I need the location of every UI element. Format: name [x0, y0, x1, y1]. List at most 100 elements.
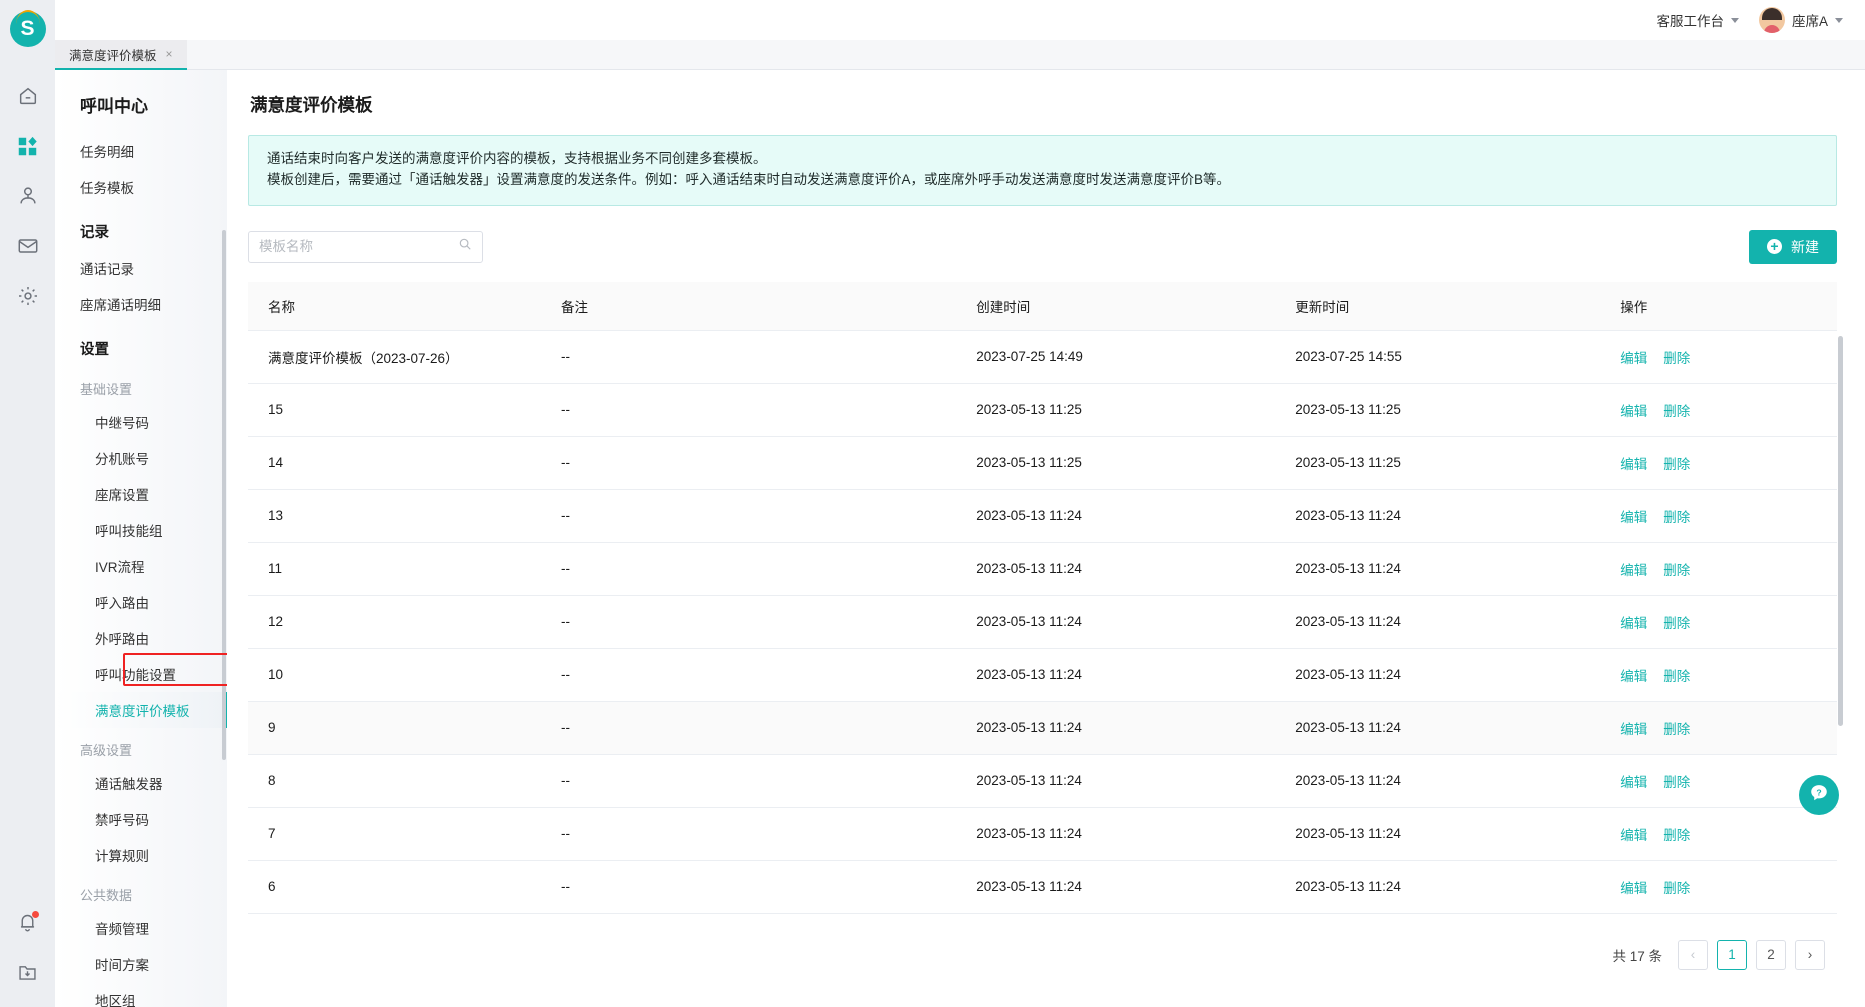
sidebar-item-region-group[interactable]: 地区组: [55, 982, 227, 1007]
home-icon[interactable]: [0, 71, 55, 121]
table-row[interactable]: 11 -- 2023-05-13 11:24 2023-05-13 11:24 编辑 删除: [248, 542, 1837, 596]
sidebar-item-call-feature-settings[interactable]: 呼叫功能设置: [55, 656, 227, 692]
chevron-down-icon: [1835, 17, 1843, 23]
app-logo[interactable]: S: [9, 10, 46, 47]
edit-link[interactable]: 编辑: [1620, 722, 1647, 737]
delete-link[interactable]: 删除: [1663, 510, 1690, 525]
search-input[interactable]: [259, 239, 458, 255]
sidebar-item-call-trigger[interactable]: 通话触发器: [55, 765, 227, 801]
user-icon[interactable]: [0, 171, 55, 221]
template-created: 2023-05-13 11:24: [976, 542, 1296, 596]
plus-icon: +: [1767, 239, 1782, 255]
table-row[interactable]: 13 -- 2023-05-13 11:24 2023-05-13 11:24 编辑 删除: [248, 489, 1837, 543]
edit-link[interactable]: 编辑: [1620, 351, 1647, 366]
delete-link[interactable]: 删除: [1663, 457, 1690, 472]
sidebar-subgroup-public-data: 公共数据: [80, 888, 133, 903]
edit-link[interactable]: 编辑: [1620, 404, 1647, 419]
edit-link[interactable]: 编辑: [1620, 616, 1647, 631]
template-note: --: [560, 383, 977, 437]
sidebar-item-skill-group[interactable]: 呼叫技能组: [55, 512, 227, 548]
template-name: 11: [248, 542, 561, 596]
edit-link[interactable]: 编辑: [1620, 563, 1647, 578]
pagination-page-2[interactable]: 2: [1756, 939, 1786, 970]
help-button[interactable]: ?: [1799, 775, 1839, 815]
template-name: 14: [248, 436, 561, 490]
bell-icon[interactable]: [0, 897, 55, 947]
edit-link[interactable]: 编辑: [1620, 775, 1647, 790]
delete-link[interactable]: 删除: [1663, 775, 1690, 790]
sidebar-item-time-plan[interactable]: 时间方案: [55, 946, 227, 982]
table-row[interactable]: 满意度评价模板（2023-07-26） -- 2023-07-25 14:49 202…: [248, 330, 1837, 384]
sidebar-item-call-records[interactable]: 通话记录: [55, 250, 227, 286]
sidebar-item-agent-settings[interactable]: 座席设置: [55, 476, 227, 512]
table-row[interactable]: 15 -- 2023-05-13 11:25 2023-05-13 11:25 编辑 删除: [248, 383, 1837, 437]
template-name: 7: [248, 807, 561, 861]
table-row[interactable]: 6 -- 2023-05-13 11:24 2023-05-13 11:24 编辑 删除: [248, 860, 1837, 914]
sidebar-item-trunk-number[interactable]: 中继号码: [55, 404, 227, 440]
sidebar-item-calculation-rules[interactable]: 计算规则: [55, 837, 227, 873]
sidebar-group-records: 记录: [80, 225, 109, 241]
sidebar-item-audio-management[interactable]: 音频管理: [55, 910, 227, 946]
gear-icon[interactable]: [0, 271, 55, 321]
sidebar-item-extension-account[interactable]: 分机账号: [55, 440, 227, 476]
template-updated: 2023-05-13 11:24: [1295, 754, 1621, 808]
edit-link[interactable]: 编辑: [1620, 510, 1647, 525]
pagination-total: 共 17 条: [1612, 948, 1662, 964]
delete-link[interactable]: 删除: [1663, 616, 1690, 631]
sidebar-scrollbar[interactable]: [222, 230, 226, 760]
row-actions: 编辑 删除: [1620, 330, 1837, 384]
table-row[interactable]: 14 -- 2023-05-13 11:25 2023-05-13 11:25 编辑 删除: [248, 436, 1837, 490]
sidebar-item-satisfaction-template[interactable]: 满意度评价模板: [55, 692, 227, 728]
pagination-page-1[interactable]: 1: [1717, 939, 1747, 970]
close-icon[interactable]: ×: [166, 47, 173, 61]
row-actions: 编辑 删除: [1620, 595, 1837, 649]
apps-icon[interactable]: [0, 121, 55, 171]
delete-link[interactable]: 删除: [1663, 881, 1690, 896]
table-row[interactable]: 8 -- 2023-05-13 11:24 2023-05-13 11:24 编辑 删除: [248, 754, 1837, 808]
template-created: 2023-05-13 11:24: [976, 807, 1296, 861]
new-button[interactable]: + 新建: [1749, 229, 1837, 264]
search-icon[interactable]: [458, 237, 472, 256]
sidebar-item-task-template[interactable]: 任务模板: [55, 169, 227, 205]
edit-link[interactable]: 编辑: [1620, 457, 1647, 472]
pagination-next[interactable]: ›: [1795, 939, 1825, 970]
table-row[interactable]: 10 -- 2023-05-13 11:24 2023-05-13 11:24 编辑 删除: [248, 648, 1837, 702]
delete-link[interactable]: 删除: [1663, 563, 1690, 578]
mail-icon[interactable]: [0, 221, 55, 271]
edit-link[interactable]: 编辑: [1620, 881, 1647, 896]
pagination: 共 17 条 ‹ 1 2 ›: [248, 939, 1837, 970]
sidebar-title: 呼叫中心: [80, 97, 148, 116]
sidebar-item-inbound-route[interactable]: 呼入路由: [55, 584, 227, 620]
delete-link[interactable]: 删除: [1663, 828, 1690, 843]
sidebar-item-task-detail[interactable]: 任务明细: [55, 133, 227, 169]
sidebar-item-outbound-route[interactable]: 外呼路由: [55, 620, 227, 656]
download-folder-icon[interactable]: [0, 947, 55, 997]
sidebar-item-agent-call-detail[interactable]: 座席通话明细: [55, 286, 227, 322]
template-created: 2023-05-13 11:25: [976, 383, 1296, 437]
delete-link[interactable]: 删除: [1663, 669, 1690, 684]
workbench-selector[interactable]: 客服工作台: [1656, 10, 1739, 30]
sidebar-item-blocked-numbers[interactable]: 禁呼号码: [55, 801, 227, 837]
template-note: --: [560, 754, 977, 808]
template-note: --: [560, 330, 977, 384]
table-scrollbar[interactable]: [1838, 335, 1843, 726]
table-row[interactable]: 12 -- 2023-05-13 11:24 2023-05-13 11:24 编辑 删除: [248, 595, 1837, 649]
pagination-prev[interactable]: ‹: [1678, 939, 1708, 970]
table-row[interactable]: 7 -- 2023-05-13 11:24 2023-05-13 11:24 编辑 删除: [248, 807, 1837, 861]
user-label: 座席A: [1791, 14, 1828, 29]
template-updated: 2023-05-13 11:24: [1295, 542, 1621, 596]
column-header-name: 名称: [248, 281, 561, 331]
sidebar-item-ivr-flow[interactable]: IVR流程: [55, 548, 227, 584]
row-actions: 编辑 删除: [1620, 436, 1837, 490]
delete-link[interactable]: 删除: [1663, 722, 1690, 737]
tab-satisfaction-template[interactable]: 满意度评价模板 ×: [55, 40, 187, 70]
table-row[interactable]: 9 -- 2023-05-13 11:24 2023-05-13 11:24 编辑 删除: [248, 701, 1837, 755]
edit-link[interactable]: 编辑: [1620, 828, 1647, 843]
delete-link[interactable]: 删除: [1663, 404, 1690, 419]
row-actions: 编辑 删除: [1620, 489, 1837, 543]
template-updated: 2023-07-25 14:55: [1295, 330, 1621, 384]
search-box[interactable]: [248, 230, 483, 263]
delete-link[interactable]: 删除: [1663, 351, 1690, 366]
edit-link[interactable]: 编辑: [1620, 669, 1647, 684]
user-menu[interactable]: 座席A: [1758, 7, 1843, 33]
